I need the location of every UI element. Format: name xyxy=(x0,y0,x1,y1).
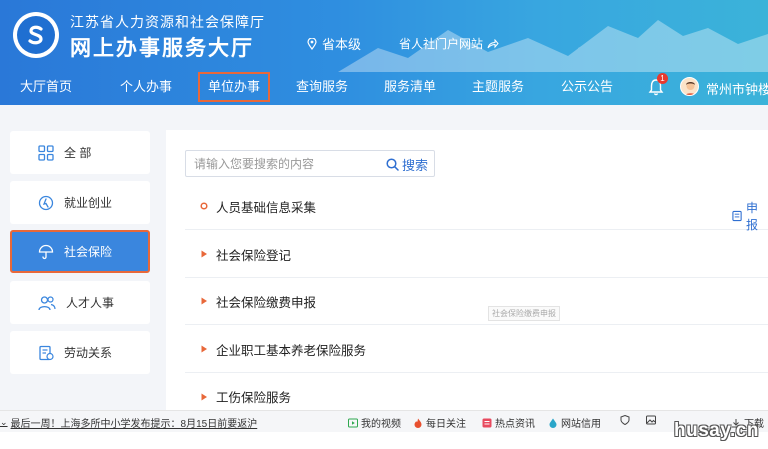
my-video-label: 我的视频 xyxy=(361,419,401,430)
form-icon xyxy=(732,210,742,222)
document-icon xyxy=(39,345,54,360)
user-name[interactable]: 常州市钟楼 xyxy=(706,79,768,98)
sidebar-item-label: 人才人事 xyxy=(66,296,115,310)
list-item[interactable]: 企业职工基本养老保险服务 xyxy=(185,326,768,373)
sidebar-item-all[interactable]: 全 部 xyxy=(10,131,150,174)
nav-theme[interactable]: 主题服务 xyxy=(472,72,524,102)
share-arrow-icon xyxy=(487,38,499,48)
my-video-button[interactable]: 我的视频 xyxy=(348,415,401,430)
triangle-bullet-icon xyxy=(201,297,207,305)
location-label: 省本级 xyxy=(322,37,362,52)
site-title: 网上办事服务大厅 xyxy=(70,37,254,60)
sidebar-item-social-insurance[interactable]: 社会保险 xyxy=(10,230,150,273)
nav-unit[interactable]: 单位办事 xyxy=(198,72,271,102)
sidebar-item-label: 就业创业 xyxy=(64,196,113,210)
grid-icon xyxy=(38,144,54,161)
site-logo[interactable] xyxy=(13,12,59,58)
triangle-bullet-icon xyxy=(201,250,207,258)
location-pin-icon xyxy=(307,37,317,50)
service-label: 企业职工基本养老保险服务 xyxy=(216,343,367,358)
list-item[interactable]: 社会保险缴费申报 xyxy=(185,278,768,325)
logo-s-icon xyxy=(28,25,43,45)
nav-service-list[interactable]: 服务清单 xyxy=(384,72,436,102)
flame-icon xyxy=(414,418,422,428)
nav-personal[interactable]: 个人办事 xyxy=(120,72,172,102)
triangle-bullet-icon xyxy=(201,345,207,353)
image-button[interactable] xyxy=(646,415,656,425)
apply-button[interactable]: 申报 xyxy=(732,199,768,233)
nav-home[interactable]: 大厅首页 xyxy=(20,72,72,102)
org-name: 江苏省人力资源和社会保障厅 xyxy=(70,14,265,30)
service-label: 工伤保险服务 xyxy=(216,391,292,405)
browser-bottom-bar: ⌄ 最后一周！上海多所中小学发布提示：8月15日前要返沪 我的视频 每日关注 热… xyxy=(0,410,768,432)
nav-notice[interactable]: 公示公告 xyxy=(561,72,613,102)
notification-badge: 1 xyxy=(657,73,668,84)
apply-label: 申报 xyxy=(746,201,759,232)
daily-follow-button[interactable]: 每日关注 xyxy=(413,415,466,430)
drop-icon xyxy=(549,418,557,428)
search-icon xyxy=(386,158,399,171)
avatar[interactable] xyxy=(680,77,699,96)
chevron-down-icon: ⌄ xyxy=(0,417,8,427)
list-item[interactable]: 人员基础信息采集 xyxy=(185,183,768,230)
watermark: husay.cn xyxy=(674,420,759,441)
circle-bullet-icon xyxy=(200,202,208,210)
portal-link-label: 省人社门户网站 xyxy=(399,37,484,51)
nav-query[interactable]: 查询服务 xyxy=(296,72,348,102)
search-button[interactable]: 搜索 xyxy=(386,155,428,174)
service-label: 社会保险缴费申报 xyxy=(216,295,317,310)
sidebar-item-labor[interactable]: 劳动关系 xyxy=(10,331,150,374)
list-item[interactable]: 社会保险登记 xyxy=(185,231,768,278)
site-credit-label: 网站信用 xyxy=(561,419,601,430)
triangle-bullet-icon xyxy=(201,393,207,400)
service-label: 人员基础信息采集 xyxy=(216,200,317,215)
people-icon xyxy=(38,295,56,310)
daily-follow-label: 每日关注 xyxy=(426,419,466,430)
umbrella-icon xyxy=(38,244,54,259)
portal-link[interactable]: 省人社门户网站 xyxy=(399,35,499,52)
header: 江苏省人力资源和社会保障厅 网上办事服务大厅 省本级 省人社门户网站 大厅首页 … xyxy=(0,0,768,105)
news-icon xyxy=(482,418,492,427)
search-input[interactable] xyxy=(186,151,381,176)
tooltip: 社会保险缴费申报 xyxy=(488,306,560,321)
site-credit-button[interactable]: 网站信用 xyxy=(548,415,601,430)
news-text: 最后一周！上海多所中小学发布提示：8月15日前要返沪 xyxy=(10,419,258,430)
sidebar-item-employment[interactable]: 就业创业 xyxy=(10,181,150,224)
sidebar-item-label: 社会保险 xyxy=(64,245,113,259)
search-button-label: 搜索 xyxy=(401,158,428,173)
employment-icon xyxy=(38,195,54,210)
shield-icon xyxy=(620,415,630,425)
sidebar-item-label: 全 部 xyxy=(64,146,92,160)
hot-news-button[interactable]: 热点资讯 xyxy=(482,415,535,430)
search-box: 搜索 xyxy=(185,150,435,177)
video-icon xyxy=(348,418,358,427)
sidebar-item-talent[interactable]: 人才人事 xyxy=(10,281,150,324)
news-ticker[interactable]: ⌄ 最后一周！上海多所中小学发布提示：8月15日前要返沪 xyxy=(0,415,257,430)
page: 江苏省人力资源和社会保障厅 网上办事服务大厅 省本级 省人社门户网站 大厅首页 … xyxy=(0,0,768,449)
image-icon xyxy=(646,415,656,425)
sidebar-item-label: 劳动关系 xyxy=(64,346,113,360)
shield-button[interactable] xyxy=(620,415,630,425)
service-label: 社会保险登记 xyxy=(216,248,292,263)
hot-news-label: 热点资讯 xyxy=(495,419,535,430)
location-selector[interactable]: 省本级 xyxy=(307,34,361,53)
